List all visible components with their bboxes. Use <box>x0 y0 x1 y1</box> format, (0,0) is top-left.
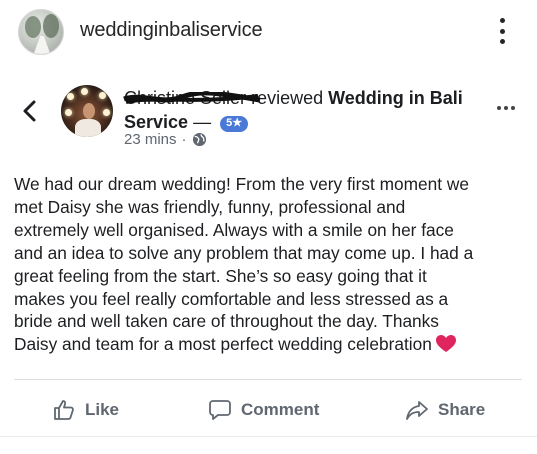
action-bar: Like Comment Share <box>0 388 537 432</box>
thumbs-up-icon <box>54 400 74 420</box>
title-separator: — <box>193 112 212 132</box>
red-heart-icon <box>435 335 456 353</box>
reviewer-avatar[interactable] <box>61 85 113 137</box>
globe-icon <box>192 132 206 147</box>
meta-dot: · <box>181 131 187 148</box>
reviewer-name[interactable]: Christine Seiler <box>123 88 261 108</box>
comment-button[interactable]: Comment <box>208 388 319 432</box>
rating-badge: 5★ <box>220 116 249 132</box>
review-line: makes you feel really comfortable and le… <box>14 288 449 309</box>
post-time[interactable]: 23 mins <box>124 131 177 148</box>
share-button[interactable]: Share <box>405 388 485 432</box>
share-label: Share <box>438 400 486 419</box>
review-title: Christine Seiler reviewed Wedding in Bal… <box>123 86 484 134</box>
redaction-scribble <box>123 92 261 104</box>
review-line: bride and well taken care of throughout … <box>14 311 439 332</box>
actions-divider <box>14 379 522 380</box>
review-line: met Daisy she was friendly, funny, profe… <box>14 196 406 217</box>
post-meta: 23 mins · <box>124 131 207 148</box>
review-line: and an idea to solve any problem that ma… <box>14 242 474 263</box>
review-line: We had our dream wedding! From the very … <box>14 174 469 194</box>
review-line: great feeling from the start. She’s so e… <box>14 265 427 286</box>
post-header: weddinginbaliservice <box>0 0 537 62</box>
more-options-icon[interactable] <box>492 16 512 46</box>
comment-label: Comment <box>241 400 320 419</box>
comment-bubble-icon <box>209 400 231 420</box>
account-username[interactable]: weddinginbaliservice <box>80 19 263 42</box>
review-body: We had our dream wedding! From the very … <box>14 173 526 356</box>
account-avatar[interactable] <box>18 9 64 55</box>
review-line: extremely well organised. Always with a … <box>14 219 454 240</box>
like-label: Like <box>85 400 120 419</box>
back-chevron-icon[interactable] <box>20 99 40 123</box>
share-arrow-icon <box>406 401 428 420</box>
bottom-divider <box>0 436 537 437</box>
review-line-last: Daisy and team for a most perfect weddin… <box>14 333 526 356</box>
post-options-icon[interactable] <box>497 106 515 110</box>
like-button[interactable]: Like <box>52 388 119 432</box>
